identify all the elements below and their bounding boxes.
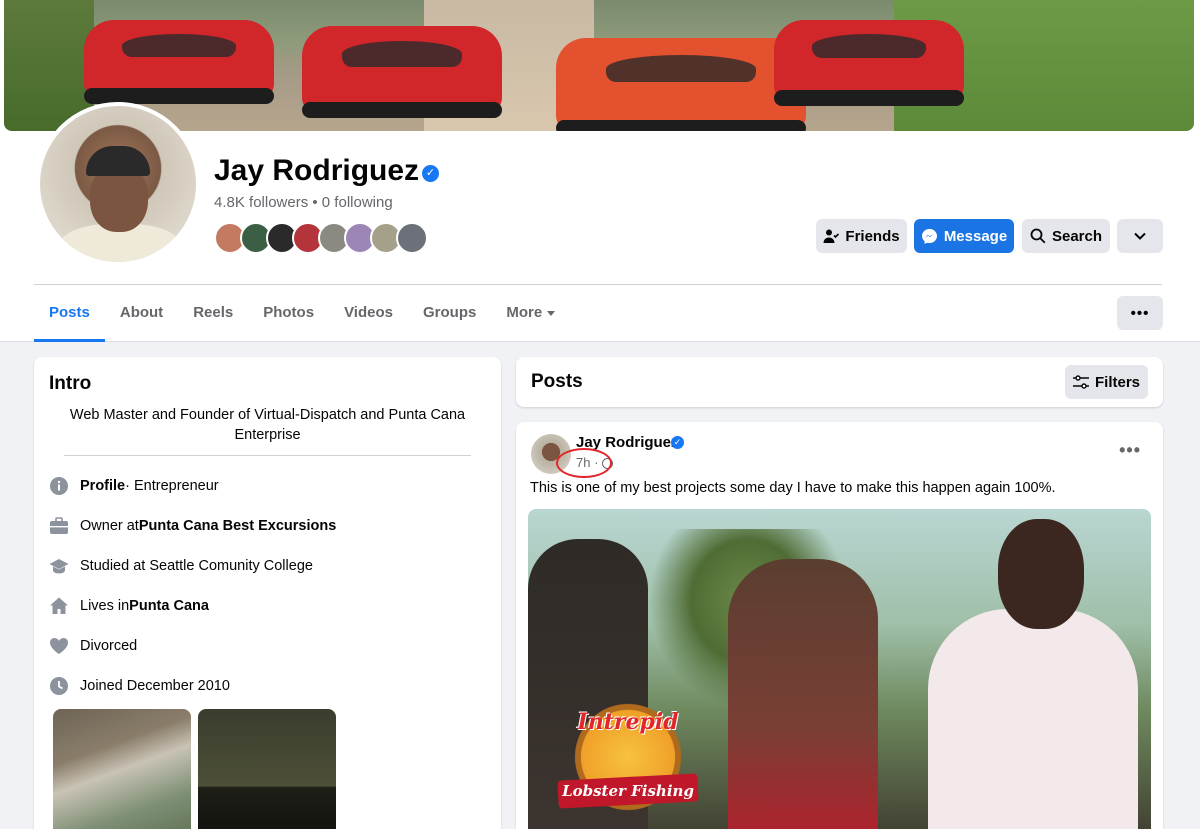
filters-label: Filters [1094, 373, 1140, 391]
detail-text: · Entrepreneur [125, 478, 219, 494]
avatar-cap [86, 146, 150, 176]
graduation-cap-icon [49, 556, 69, 576]
tab-label: Posts [49, 304, 90, 321]
tab-label: About [119, 304, 164, 321]
detail-text: Owner at [80, 518, 139, 534]
profile-tabs: Posts About Reels Photos Videos Groups M… [34, 290, 570, 342]
cover-photo[interactable] [4, 0, 1194, 131]
intro-divider [64, 455, 471, 456]
detail-bold-link[interactable]: Punta Cana Best Excursions [139, 518, 336, 534]
cover-car [774, 20, 964, 106]
cover-car [556, 38, 806, 131]
tab-about[interactable]: About [105, 290, 178, 342]
cover-car [302, 26, 502, 118]
detail-text: Joined December 2010 [80, 678, 230, 694]
tab-label: Groups [422, 304, 477, 321]
intro-card: Intro Web Master and Founder of Virtual-… [34, 357, 501, 829]
posts-header-card: Posts Filters [516, 357, 1163, 407]
home-icon [49, 596, 69, 616]
chevron-down-icon [1134, 232, 1146, 240]
intro-photo[interactable] [198, 709, 336, 829]
logo-text-bottom: Lobster Fishing [562, 782, 694, 800]
intro-photo[interactable] [53, 709, 191, 829]
intro-detail-home: Lives in Punta Cana [49, 594, 209, 618]
tab-more[interactable]: More [491, 290, 570, 342]
media-person-head [998, 519, 1084, 629]
red-circle-annotation [556, 448, 612, 478]
profile-avatar[interactable] [36, 102, 200, 266]
message-button[interactable]: Message [914, 219, 1014, 253]
tab-photos[interactable]: Photos [248, 290, 329, 342]
cover-car [84, 20, 274, 104]
intro-detail-relationship: Divorced [49, 634, 137, 658]
tab-videos[interactable]: Videos [329, 290, 408, 342]
tab-groups[interactable]: Groups [408, 290, 491, 342]
heart-icon [49, 636, 69, 656]
post-card: Jay Rodriguez ✓ 7h · ••• This is one of … [516, 422, 1163, 829]
tab-reels[interactable]: Reels [178, 290, 248, 342]
messenger-icon [921, 228, 937, 244]
posts-title: Posts [531, 371, 583, 392]
intro-title: Intro [49, 373, 92, 394]
friend-avatar[interactable] [396, 222, 428, 254]
clock-icon [49, 676, 69, 696]
logo-text-top: Intrepid [577, 709, 679, 735]
intro-bio: Web Master and Founder of Virtual-Dispat… [69, 407, 466, 443]
ellipsis-icon: ••• [1130, 304, 1150, 322]
tab-label: More [506, 304, 543, 321]
detail-text: Lives in [80, 598, 130, 614]
sliders-icon [1072, 375, 1089, 389]
ellipsis-icon: ••• [1119, 440, 1141, 460]
caret-down-icon [547, 310, 556, 316]
detail-text: Studied at Seattle Comunity College [80, 558, 313, 574]
verified-badge-icon: ✓ [671, 436, 684, 449]
post-video[interactable]: Intrepid Lobster Fishing [528, 509, 1151, 829]
tab-label: Videos [344, 304, 393, 321]
filters-button[interactable]: Filters [1065, 365, 1148, 399]
profile-options-button[interactable] [1117, 219, 1163, 253]
tab-label: Reels [193, 304, 234, 321]
person-check-icon [823, 229, 840, 243]
intro-detail-education: Studied at Seattle Comunity College [49, 554, 313, 578]
media-person-center [728, 559, 878, 829]
more-options-button[interactable]: ••• [1117, 296, 1163, 330]
detail-bold: Profile [80, 478, 126, 494]
intro-detail-work: Owner at Punta Cana Best Excursions [49, 514, 336, 538]
detail-text: Divorced [80, 638, 138, 654]
search-icon [1030, 228, 1046, 244]
briefcase-icon [49, 516, 69, 536]
intro-detail-profile: Profile · Entrepreneur [49, 474, 219, 498]
post-options-button[interactable]: ••• [1119, 440, 1141, 461]
post-text: This is one of my best projects some day… [530, 480, 1056, 496]
header-divider [34, 284, 1162, 285]
search-button-label: Search [1051, 227, 1103, 245]
detail-bold-link[interactable]: Punta Cana [129, 598, 209, 614]
friends-button-label: Friends [845, 227, 900, 245]
search-button[interactable]: Search [1022, 219, 1110, 253]
media-person-right [888, 509, 1151, 829]
friends-button[interactable]: Friends [816, 219, 907, 253]
media-person-body [928, 609, 1138, 829]
tab-posts[interactable]: Posts [34, 290, 105, 342]
info-icon [49, 476, 69, 496]
intro-detail-joined: Joined December 2010 [49, 674, 230, 698]
tab-label: Photos [263, 304, 315, 321]
intrepid-lobster-fishing-logo: Intrepid Lobster Fishing [557, 687, 699, 827]
message-button-label: Message [943, 227, 1008, 245]
follower-stats[interactable]: 4.8K followers • 0 following [214, 194, 393, 211]
verified-badge-icon: ✓ [422, 165, 439, 182]
profile-name: Jay Rodriguez [214, 154, 420, 187]
